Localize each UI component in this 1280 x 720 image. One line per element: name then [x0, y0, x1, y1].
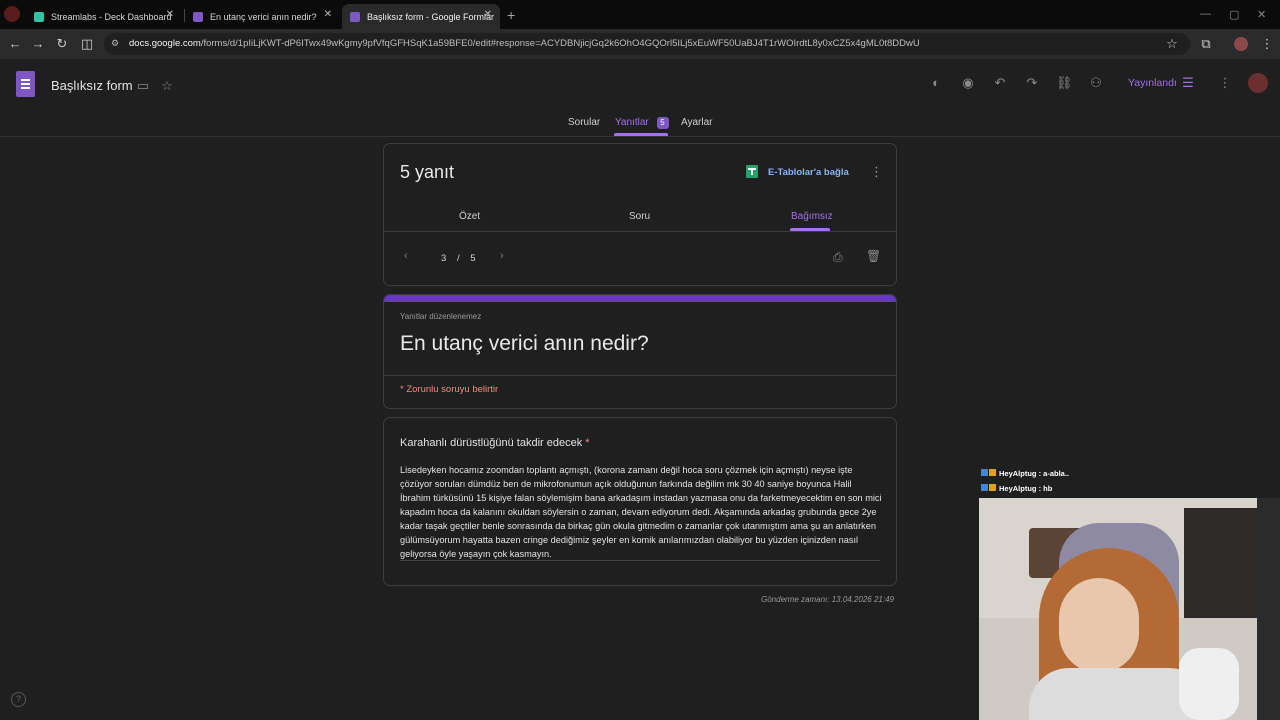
browser-menu-dots-icon[interactable]: ⋮ [1259, 36, 1275, 52]
previous-response-icon[interactable]: ‹ [404, 250, 408, 262]
tab-questions[interactable]: Sorular [568, 117, 600, 128]
form-question-title: En utanç verici anın nedir? [400, 332, 649, 355]
account-avatar[interactable] [1248, 73, 1268, 93]
profile-avatar[interactable] [1234, 37, 1248, 51]
published-label: Yayınlandı [1128, 77, 1177, 89]
bookmark-star-icon[interactable]: ☆ [1164, 36, 1180, 52]
tab-label: Streamlabs - Deck Dashboard [51, 11, 172, 22]
tab-forms-active[interactable]: Başlıksız form - Google Formlar ✕ [342, 4, 500, 29]
responses-count: 5 yanıt [400, 162, 455, 182]
new-tab-button[interactable]: + [507, 7, 515, 23]
side-panel-icon[interactable]: ◫ [79, 36, 95, 52]
chat-text: a-abla.. [1043, 469, 1070, 478]
chat-badge-icon [981, 484, 988, 491]
link-icon[interactable]: ⛓ [1056, 75, 1073, 91]
read-only-note: Yanıtlar düzenlenemez [400, 312, 482, 321]
url-host: docs.google.com [129, 38, 201, 49]
close-window-icon[interactable]: ✕ [1257, 8, 1266, 21]
pager-current[interactable]: 3 [441, 253, 446, 264]
tab-settings[interactable]: Ayarlar [681, 117, 713, 128]
responses-count-badge: 5 [656, 117, 669, 129]
preview-eye-icon[interactable]: ◉ [960, 75, 976, 91]
more-options-icon[interactable]: ⋮ [1217, 75, 1233, 91]
folder-icon[interactable]: ▭ [135, 78, 151, 94]
responses-more-icon[interactable]: ⋮ [870, 164, 883, 180]
webcam-person-face [1059, 578, 1139, 673]
close-icon[interactable]: ✕ [324, 9, 332, 20]
reload-icon[interactable]: ↻ [54, 36, 70, 52]
answer-underline [400, 560, 880, 561]
pager: 3 / 5 [441, 253, 476, 264]
form-accent-bar [384, 295, 896, 302]
divider [384, 375, 896, 376]
url-text[interactable]: docs.google.com/forms/d/1pIiLjKWT-dP6ITw… [129, 38, 920, 49]
palette-icon[interactable]: ◐ [928, 75, 944, 91]
view-question[interactable]: Soru [629, 211, 650, 222]
stream-chat: HeyAlptug : a-abla.. HeyAlptug : hb [981, 469, 1101, 499]
chat-message: HeyAlptug : a-abla.. [981, 469, 1101, 484]
tab-responses[interactable]: Yanıtlar 5 [615, 117, 669, 129]
question-card: Karahanlı dürüstlüğünü takdir edecek * L… [383, 417, 897, 586]
divider [384, 231, 896, 232]
forms-icon [350, 11, 360, 22]
streamlabs-icon [34, 11, 44, 22]
chat-message: HeyAlptug : hb [981, 484, 1101, 499]
sheets-icon [746, 165, 758, 178]
chat-user: HeyAlptug [999, 484, 1037, 493]
delete-icon[interactable]: 🗑 [866, 249, 881, 263]
webcam-side-panel [1257, 498, 1280, 720]
browser-tab-strip: Streamlabs - Deck Dashboard ✕ En utanç v… [0, 0, 1280, 29]
tab-responses-label: Yanıtlar [615, 117, 649, 128]
responses-summary-card: 5 yanıt E-Tablolar'a bağla ⋮ Özet Soru B… [383, 143, 897, 286]
question-text: Karahanlı dürüstlüğünü takdir edecek [400, 437, 583, 449]
view-summary[interactable]: Özet [459, 211, 480, 222]
chat-badge-icon [989, 484, 996, 491]
chat-badge-icon [981, 469, 988, 476]
chat-user: HeyAlptug [999, 469, 1037, 478]
pager-total: 5 [470, 253, 476, 264]
help-icon[interactable]: ? [11, 692, 26, 707]
forms-icon [193, 11, 203, 22]
pager-separator: / [456, 253, 460, 264]
tab-label: En utanç verici anın nedir? [210, 11, 317, 22]
star-icon[interactable]: ☆ [159, 78, 175, 94]
submission-time: Gönderme zamanı: 13.04.2026 21:49 [761, 595, 894, 604]
close-icon[interactable]: ✕ [166, 9, 174, 20]
print-icon[interactable]: ⎙ [833, 250, 843, 265]
url-path: /forms/d/1pIiLjKWT-dP6ITwx49wKgmy9pfVfqG… [200, 38, 920, 49]
form-title[interactable]: Başlıksız form [51, 78, 133, 93]
chat-badge-icon [989, 469, 996, 476]
link-to-sheets-button[interactable]: E-Tablolar'a bağla [768, 167, 849, 178]
question-label: Karahanlı dürüstlüğünü takdir edecek * [400, 437, 590, 449]
tab-label: Başlıksız form - Google Formlar [367, 11, 495, 22]
forms-logo-icon[interactable] [16, 71, 35, 97]
tab-streamlabs[interactable]: Streamlabs - Deck Dashboard ✕ [26, 4, 182, 29]
next-response-icon[interactable]: › [500, 250, 504, 262]
back-icon[interactable]: ← [7, 36, 23, 52]
chat-text: hb [1043, 484, 1053, 493]
webcam-dark-panel [1184, 508, 1257, 618]
forward-icon[interactable]: → [30, 36, 46, 52]
undo-icon[interactable]: ↶ [992, 75, 1008, 91]
form-header-card: Yanıtlar düzenlenemez En utanç verici an… [383, 294, 897, 409]
publish-settings-icon[interactable]: ☰ [1180, 75, 1196, 91]
required-note: * Zorunlu soruyu belirtir [400, 384, 499, 395]
minimize-icon[interactable]: — [1200, 8, 1211, 20]
maximize-icon[interactable]: ▢ [1229, 8, 1239, 21]
webcam-feed [979, 498, 1257, 720]
add-collaborator-icon[interactable]: ⚇ [1088, 75, 1104, 91]
published-button[interactable]: Yayınlandı [1128, 77, 1177, 89]
webcam-microphone [1179, 648, 1239, 720]
tab-responses-underline [614, 133, 668, 136]
tab-question[interactable]: En utanç verici anın nedir? ✕ [185, 4, 340, 29]
site-info-icon[interactable]: ⚙ [111, 38, 119, 49]
required-asterisk: * [585, 437, 590, 449]
redo-icon[interactable]: ↷ [1024, 75, 1040, 91]
browser-menu-icon[interactable] [4, 6, 20, 22]
close-icon[interactable]: ✕ [484, 9, 492, 20]
view-individual[interactable]: Bağımsız [791, 211, 833, 222]
extensions-icon[interactable]: ⧉ [1198, 36, 1214, 52]
answer-text: Lisedeyken hocamız zoomdan toplantı açmı… [400, 465, 882, 559]
